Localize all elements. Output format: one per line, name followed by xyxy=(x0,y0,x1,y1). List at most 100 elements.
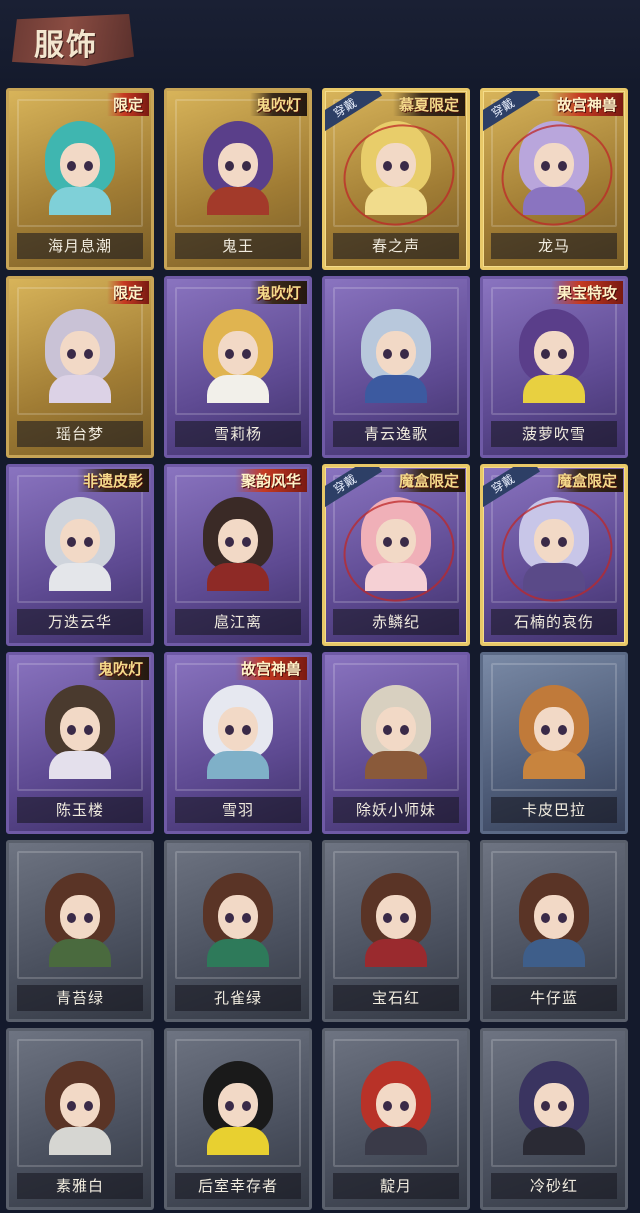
costume-card[interactable]: 后室幸存者 xyxy=(164,1028,312,1210)
portrait-face xyxy=(376,1083,416,1127)
costume-name: 菠萝吹雪 xyxy=(491,421,617,447)
costume-name: 万迭云华 xyxy=(17,609,143,635)
character-portrait xyxy=(359,873,433,967)
portrait-face xyxy=(60,331,100,375)
costume-name: 素雅白 xyxy=(17,1173,143,1199)
costume-card[interactable]: 冷砂红 xyxy=(480,1028,628,1210)
limited-badge: 魔盒限定 xyxy=(392,469,465,492)
portrait-outfit xyxy=(365,375,427,403)
costume-name: 冷砂红 xyxy=(491,1173,617,1199)
portrait-eye xyxy=(383,725,392,735)
portrait-eye xyxy=(541,913,550,923)
portrait-outfit xyxy=(523,939,585,967)
portrait-eye xyxy=(242,537,251,547)
costume-name: 扈江离 xyxy=(175,609,301,635)
portrait-eye xyxy=(84,161,93,171)
portrait-eye xyxy=(225,349,234,359)
costume-card[interactable]: 聚韵风华 扈江离 xyxy=(164,464,312,646)
costume-card[interactable]: 穿戴 故宫神兽 龙马 xyxy=(480,88,628,270)
portrait-face xyxy=(60,707,100,751)
portrait-outfit xyxy=(49,563,111,591)
costume-card[interactable]: 故宫神兽 雪羽 xyxy=(164,652,312,834)
costume-card[interactable]: 卡皮巴拉 xyxy=(480,652,628,834)
character-portrait xyxy=(43,873,117,967)
portrait-outfit xyxy=(207,187,269,215)
costume-name: 陈玉楼 xyxy=(17,797,143,823)
portrait-eye xyxy=(67,913,76,923)
portrait-eye xyxy=(84,349,93,359)
costume-card[interactable]: 限定 瑶台梦 xyxy=(6,276,154,458)
costume-card[interactable]: 鬼吹灯 鬼王 xyxy=(164,88,312,270)
portrait-eye xyxy=(225,161,234,171)
portrait-face xyxy=(534,707,574,751)
portrait-outfit xyxy=(207,563,269,591)
costume-name: 靛月 xyxy=(333,1173,459,1199)
portrait-outfit xyxy=(523,375,585,403)
costume-name: 海月息潮 xyxy=(17,233,143,259)
costume-card[interactable]: 非遗皮影 万迭云华 xyxy=(6,464,154,646)
portrait-outfit xyxy=(49,751,111,779)
costume-name: 后室幸存者 xyxy=(175,1173,301,1199)
portrait-outfit xyxy=(207,751,269,779)
portrait-face xyxy=(376,895,416,939)
costume-card[interactable]: 果宝特攻菠萝吹雪 xyxy=(480,276,628,458)
costume-card[interactable]: 限定 海月息潮 xyxy=(6,88,154,270)
portrait-eye xyxy=(225,1101,234,1111)
portrait-eye xyxy=(84,537,93,547)
portrait-eye xyxy=(67,1101,76,1111)
portrait-face xyxy=(60,519,100,563)
portrait-outfit xyxy=(523,1127,585,1155)
portrait-eye xyxy=(400,913,409,923)
costume-card[interactable]: 孔雀绿 xyxy=(164,840,312,1022)
portrait-eye xyxy=(383,1101,392,1111)
costume-name: 卡皮巴拉 xyxy=(491,797,617,823)
limited-badge: 慕夏限定 xyxy=(392,93,465,116)
portrait-face xyxy=(60,1083,100,1127)
portrait-face xyxy=(534,1083,574,1127)
portrait-eye xyxy=(541,1101,550,1111)
portrait-outfit xyxy=(49,1127,111,1155)
portrait-outfit xyxy=(523,751,585,779)
portrait-outfit xyxy=(49,187,111,215)
costume-card[interactable]: 穿戴 魔盒限定 赤鳞纪 xyxy=(322,464,470,646)
character-portrait xyxy=(201,497,275,591)
costume-card[interactable]: 除妖小师妹 xyxy=(322,652,470,834)
limited-badge: 鬼吹灯 xyxy=(249,281,307,304)
costume-card[interactable]: 宝石红 xyxy=(322,840,470,1022)
costume-name: 青云逸歌 xyxy=(333,421,459,447)
costume-name: 龙马 xyxy=(491,233,617,259)
portrait-face xyxy=(218,895,258,939)
costume-card[interactable]: 牛仔蓝 xyxy=(480,840,628,1022)
portrait-eye xyxy=(242,349,251,359)
portrait-eye xyxy=(558,1101,567,1111)
page-header: 服饰 xyxy=(0,0,640,88)
costume-name: 雪羽 xyxy=(175,797,301,823)
character-portrait xyxy=(201,1061,275,1155)
portrait-eye xyxy=(225,913,234,923)
limited-badge: 故宫神兽 xyxy=(550,93,623,116)
costume-card[interactable]: 青苔绿 xyxy=(6,840,154,1022)
costume-card[interactable]: 素雅白 xyxy=(6,1028,154,1210)
portrait-face xyxy=(376,331,416,375)
portrait-eye xyxy=(400,1101,409,1111)
portrait-outfit xyxy=(207,939,269,967)
portrait-eye xyxy=(541,349,550,359)
character-portrait xyxy=(359,309,433,403)
costume-card[interactable]: 青云逸歌 xyxy=(322,276,470,458)
portrait-outfit xyxy=(365,751,427,779)
portrait-eye xyxy=(84,913,93,923)
costume-card[interactable]: 穿戴 慕夏限定 春之声 xyxy=(322,88,470,270)
costume-card[interactable]: 鬼吹灯 陈玉楼 xyxy=(6,652,154,834)
portrait-outfit xyxy=(49,375,111,403)
character-portrait xyxy=(43,309,117,403)
portrait-face xyxy=(218,143,258,187)
character-portrait xyxy=(517,873,591,967)
limited-badge: 果宝特攻 xyxy=(550,281,623,304)
costume-card[interactable]: 靛月 xyxy=(322,1028,470,1210)
costume-name: 石楠的哀伤 xyxy=(491,609,617,635)
portrait-eye xyxy=(400,725,409,735)
costume-card[interactable]: 穿戴 魔盒限定 石楠的哀伤 xyxy=(480,464,628,646)
portrait-eye xyxy=(67,537,76,547)
costume-card[interactable]: 鬼吹灯 雪莉杨 xyxy=(164,276,312,458)
character-portrait xyxy=(43,497,117,591)
